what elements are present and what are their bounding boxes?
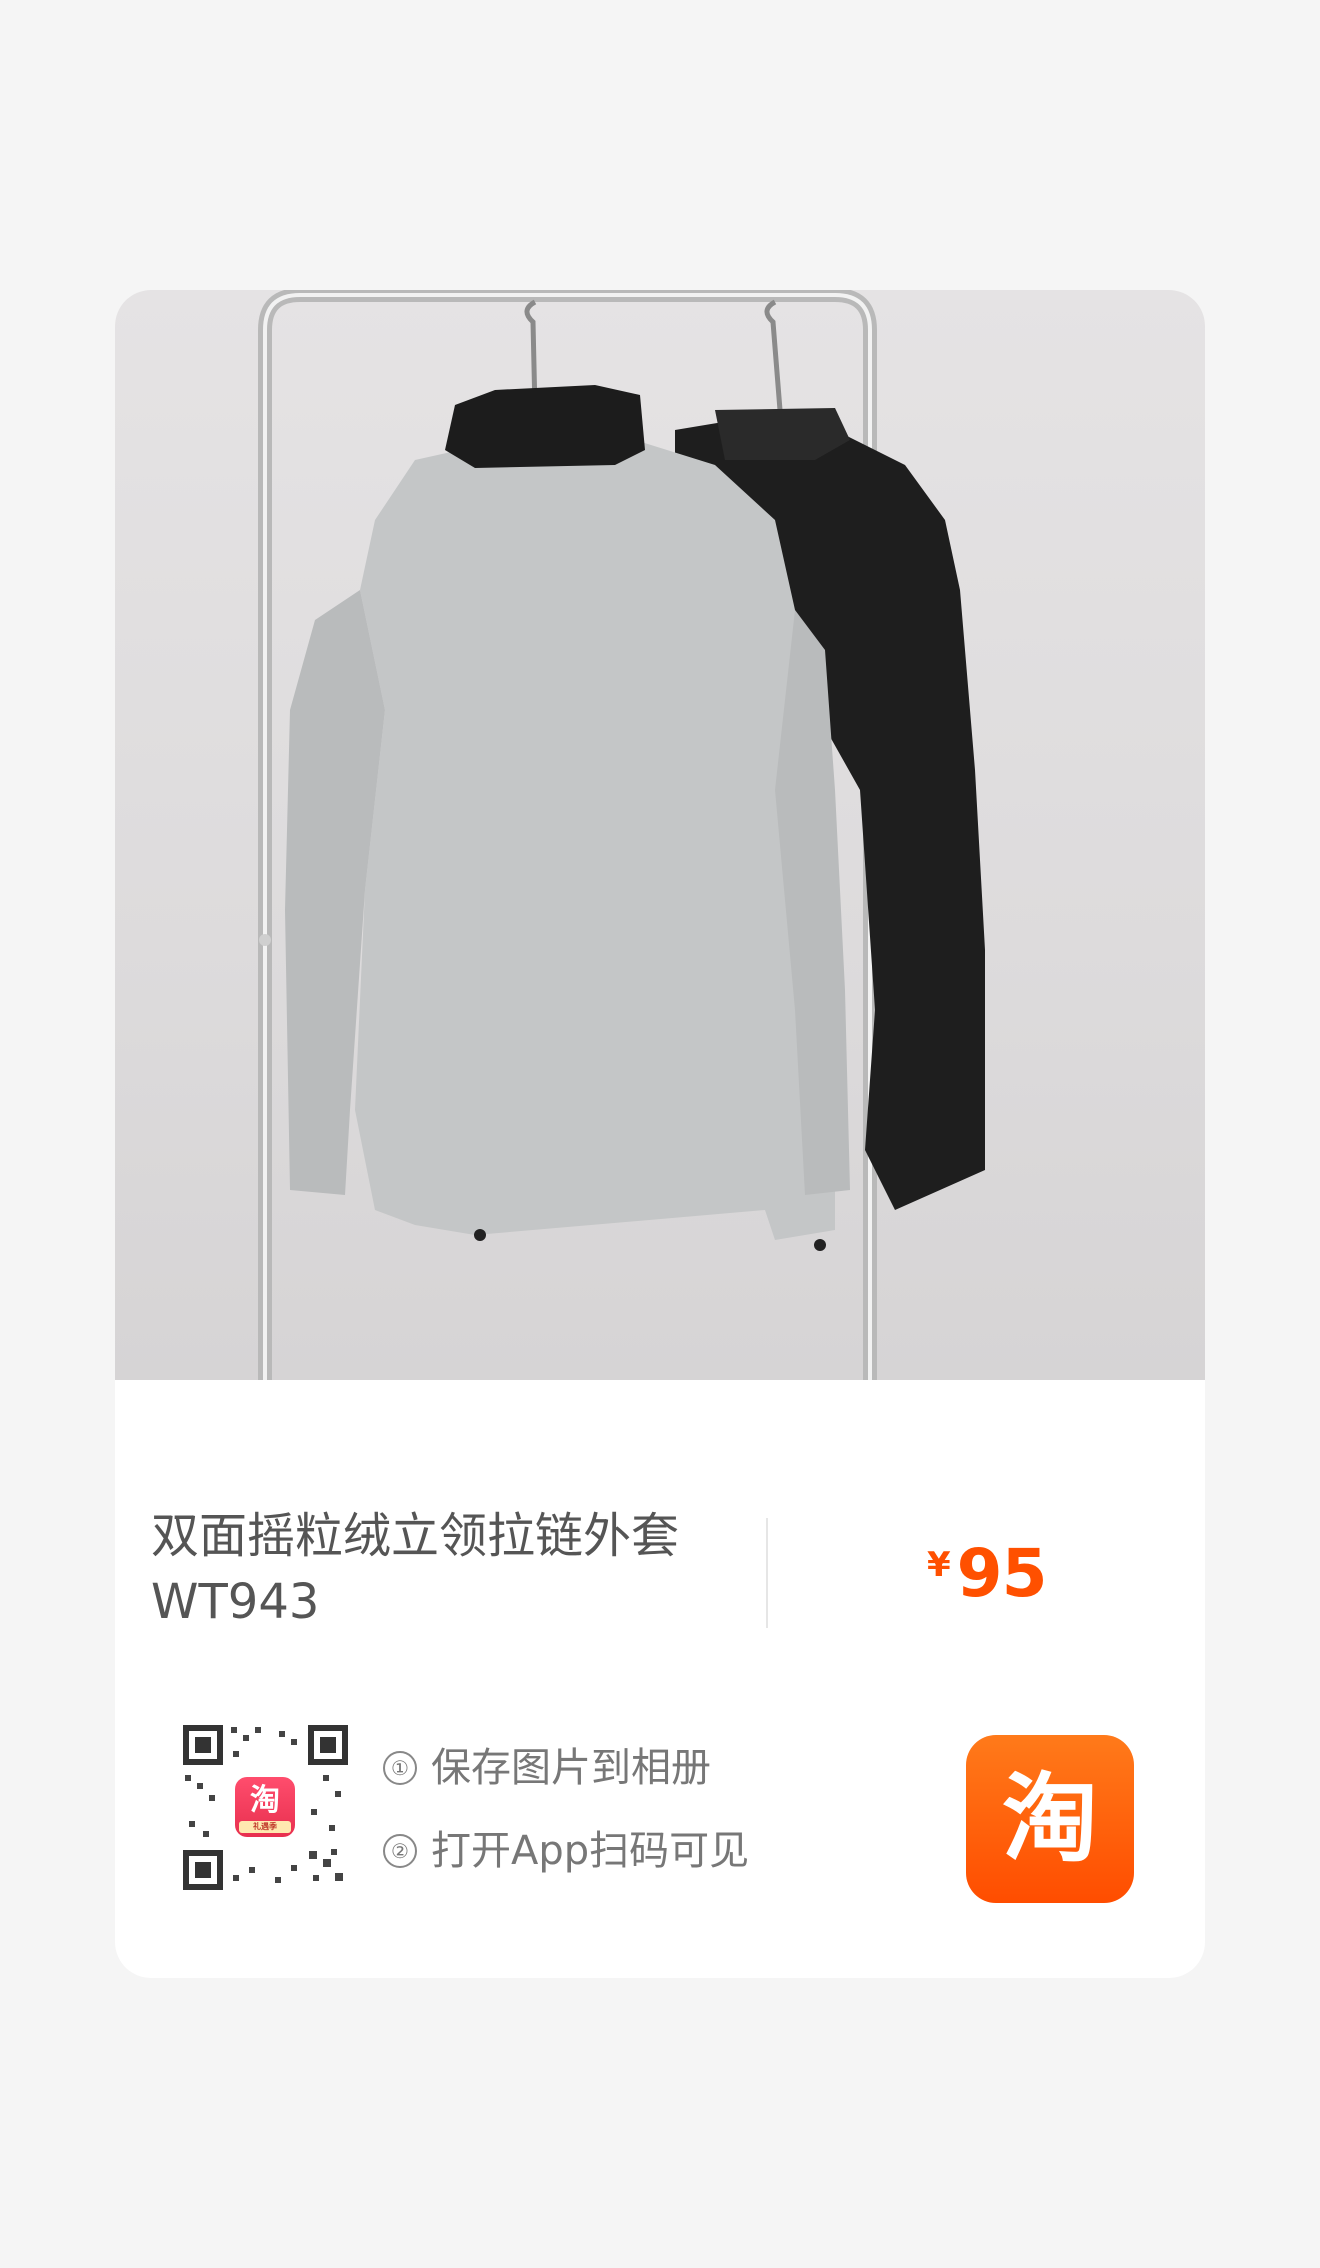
qr-center-badge: 淘 礼遇季 [235, 1777, 295, 1837]
instruction-step-1: ① 保存图片到相册 [383, 1735, 711, 1793]
taobao-logo-icon[interactable]: 淘 [966, 1735, 1134, 1903]
product-price: ¥95 [927, 1535, 1048, 1612]
qr-badge-char: 淘 [250, 1783, 280, 1818]
product-photo-illustration [258, 290, 985, 1380]
product-title-line2: WT943 [151, 1574, 320, 1630]
step-1-text: 保存图片到相册 [431, 1745, 711, 1791]
qr-badge-sub: 礼遇季 [239, 1821, 291, 1833]
instruction-step-2: ② 打开App扫码可见 [383, 1818, 749, 1876]
step-2-text: 打开App扫码可见 [431, 1828, 750, 1874]
product-image[interactable] [115, 290, 1205, 1380]
step-2-number: ② [383, 1834, 417, 1868]
share-card: 双面摇粒绒立领拉链外套 WT943 ¥95 淘 礼遇季 ① 保存图片到相册 ② … [115, 290, 1205, 1978]
product-title-line1: 双面摇粒绒立领拉链外套 [151, 1508, 680, 1564]
divider [766, 1518, 768, 1628]
currency-symbol: ¥ [927, 1545, 951, 1585]
product-info: 双面摇粒绒立领拉链外套 WT943 ¥95 淘 礼遇季 ① 保存图片到相册 ② … [115, 1380, 1205, 1978]
product-title[interactable]: 双面摇粒绒立领拉链外套 WT943 [151, 1503, 731, 1635]
price-value: 95 [956, 1535, 1048, 1612]
qr-code[interactable]: 淘 礼遇季 [183, 1725, 348, 1890]
step-1-number: ① [383, 1751, 417, 1785]
